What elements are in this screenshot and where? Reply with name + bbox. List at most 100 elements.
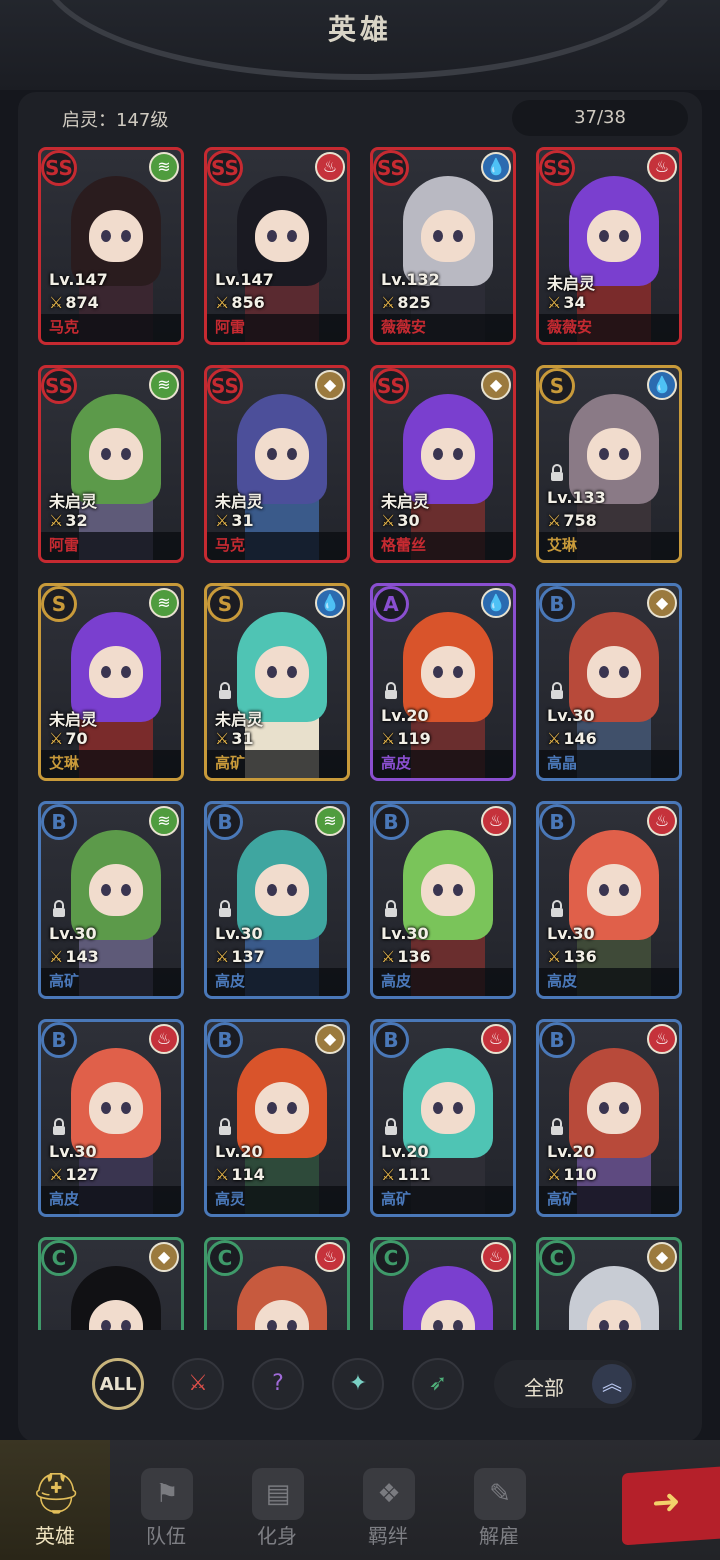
nav-item-4[interactable]: ✎ 解雇	[444, 1440, 554, 1560]
crossed-swords-icon: ⚔	[547, 511, 562, 530]
hero-power: ⚔ 31	[215, 729, 254, 748]
hero-name-bar: 艾琳	[41, 750, 181, 778]
sort-dropdown[interactable]: 全部 ︽	[494, 1360, 636, 1408]
nav-item-2[interactable]: ▤ 化身	[222, 1440, 332, 1560]
hero-card[interactable]: SS ♨ 未启灵 ⚔ 34 薇薇安	[536, 147, 682, 345]
filter-all-button[interactable]: ALL	[92, 1358, 144, 1410]
hero-card[interactable]: S 💧 Lv.133 ⚔ 758 艾琳	[536, 365, 682, 563]
nav-label: 化身	[257, 1524, 297, 1548]
hero-card[interactable]: SS ♨ Lv.147 ⚔ 856 阿雷	[204, 147, 350, 345]
fire-element-icon: ♨	[647, 1024, 677, 1054]
hero-name: 高皮	[381, 754, 412, 772]
book-icon: ❖	[363, 1468, 415, 1520]
hero-power-value: 31	[231, 511, 254, 530]
hero-power: ⚔ 146	[547, 729, 597, 748]
hero-card[interactable]: SS 💧 Lv.132 ⚔ 825 薇薇安	[370, 147, 516, 345]
hero-power: ⚔ 34	[547, 293, 586, 312]
hero-name: 阿雷	[215, 318, 246, 336]
lock-icon	[549, 682, 565, 700]
hero-card[interactable]: S ≋ 未启灵 ⚔ 70 艾琳	[38, 583, 184, 781]
crossed-swords-icon: ⚔	[215, 511, 230, 530]
hero-card[interactable]: SS ≋ 未启灵 ⚔ 32 阿雷	[38, 365, 184, 563]
qiling-level-label: 启灵：147级	[62, 110, 169, 131]
hero-power: ⚔ 825	[381, 293, 431, 312]
hero-name-bar: 高皮	[41, 1186, 181, 1214]
hero-card[interactable]: S 💧 未启灵 ⚔ 31 高矿	[204, 583, 350, 781]
grade-badge: B	[539, 586, 575, 622]
hero-count-badge: 37/38	[512, 100, 688, 136]
filter-ranger-button[interactable]: ➶	[412, 1358, 464, 1410]
hero-power-value: 127	[65, 1165, 99, 1184]
hero-name-bar: 阿雷	[207, 314, 347, 342]
grade-badge: B	[373, 1022, 409, 1058]
hero-name: 马克	[215, 536, 246, 554]
bottom-nav: ➜ ⛑ 英雄 ⚑ 队伍 ▤ 化身 ❖ 羁绊 ✎ 解雇	[0, 1440, 720, 1560]
grade-badge: SS	[207, 150, 243, 186]
crossed-swords-icon: ⚔	[381, 1165, 396, 1184]
lock-icon	[217, 900, 233, 918]
hero-power-value: 32	[65, 511, 88, 530]
hero-card[interactable]: B ◆ Lv.20 ⚔ 114 高灵	[204, 1019, 350, 1217]
hero-name: 高矿	[49, 972, 80, 990]
chevron-up-double-icon[interactable]: ︽	[592, 1364, 632, 1404]
lock-icon	[217, 1118, 233, 1136]
filter-support-button[interactable]: ✦	[332, 1358, 384, 1410]
nav-item-3[interactable]: ❖ 羁绊	[333, 1440, 443, 1560]
hero-power: ⚔ 127	[49, 1165, 99, 1184]
hero-card[interactable]: B ♨ Lv.30 ⚔ 127 高皮	[38, 1019, 184, 1217]
fire-element-icon: ♨	[481, 806, 511, 836]
nav-item-0[interactable]: ⛑ 英雄	[0, 1440, 110, 1560]
nav-item-1[interactable]: ⚑ 队伍	[111, 1440, 221, 1560]
lock-icon	[549, 1118, 565, 1136]
hero-card[interactable]: B ◆ Lv.30 ⚔ 146 高晶	[536, 583, 682, 781]
next-flag-button[interactable]: ➜	[622, 1466, 720, 1546]
hero-power: ⚔ 114	[215, 1165, 265, 1184]
ranger-class-icon: ➶	[428, 1371, 448, 1396]
hero-power: ⚔ 136	[381, 947, 431, 966]
helmet-icon: ⛑	[30, 1471, 82, 1517]
hero-level: Lv.20	[381, 706, 429, 725]
grade-badge: B	[41, 1022, 77, 1058]
hero-card[interactable]: B ♨ Lv.20 ⚔ 110 高矿	[536, 1019, 682, 1217]
hero-name-bar: 薇薇安	[539, 314, 679, 342]
hero-power: ⚔ 110	[547, 1165, 597, 1184]
filter-warrior-button[interactable]: ⚔	[172, 1358, 224, 1410]
hero-level: Lv.20	[215, 1142, 263, 1161]
crossed-swords-icon: ⚔	[215, 729, 230, 748]
hero-card[interactable]: SS ◆ 未启灵 ⚔ 30 格蕾丝	[370, 365, 516, 563]
hero-power-value: 146	[563, 729, 597, 748]
hero-card[interactable]: A 💧 Lv.20 ⚔ 119 高皮	[370, 583, 516, 781]
hero-card[interactable]: B ♨ Lv.30 ⚔ 136 高皮	[370, 801, 516, 999]
filter-all-label: ALL	[99, 1374, 137, 1395]
hero-card[interactable]: C ♨	[370, 1237, 516, 1330]
earth-element-icon: ◆	[647, 588, 677, 618]
hero-name: 高皮	[381, 972, 412, 990]
filter-mystic-button[interactable]: ?	[252, 1358, 304, 1410]
hero-card[interactable]: SS ≋ Lv.147 ⚔ 874 马克	[38, 147, 184, 345]
hero-card[interactable]: B ≋ Lv.30 ⚔ 143 高矿	[38, 801, 184, 999]
wind-element-icon: ≋	[149, 152, 179, 182]
hero-card[interactable]: C ♨	[204, 1237, 350, 1330]
hero-card[interactable]: SS ◆ 未启灵 ⚔ 31 马克	[204, 365, 350, 563]
hero-level: Lv.147	[49, 270, 108, 289]
water-element-icon: 💧	[315, 588, 345, 618]
lock-icon	[383, 682, 399, 700]
hero-power-value: 114	[231, 1165, 265, 1184]
hero-card[interactable]: B ♨ Lv.20 ⚔ 111 高矿	[370, 1019, 516, 1217]
nav-label: 羁绊	[368, 1524, 408, 1548]
hero-card[interactable]: B ≋ Lv.30 ⚔ 137 高皮	[204, 801, 350, 999]
grade-badge: B	[373, 804, 409, 840]
hero-name: 薇薇安	[547, 318, 593, 336]
wind-element-icon: ≋	[149, 806, 179, 836]
hero-card[interactable]: B ♨ Lv.30 ⚔ 136 高皮	[536, 801, 682, 999]
hero-power: ⚔ 856	[215, 293, 265, 312]
hero-power-value: 30	[397, 511, 420, 530]
nav-label: 队伍	[146, 1524, 186, 1548]
lock-icon	[51, 900, 67, 918]
sort-label: 全部	[524, 1376, 564, 1400]
lock-icon	[549, 900, 565, 918]
lock-icon	[51, 1118, 67, 1136]
hero-card[interactable]: C ◆	[38, 1237, 184, 1330]
hero-level: 未启灵	[215, 492, 264, 511]
hero-card[interactable]: C ◆	[536, 1237, 682, 1330]
